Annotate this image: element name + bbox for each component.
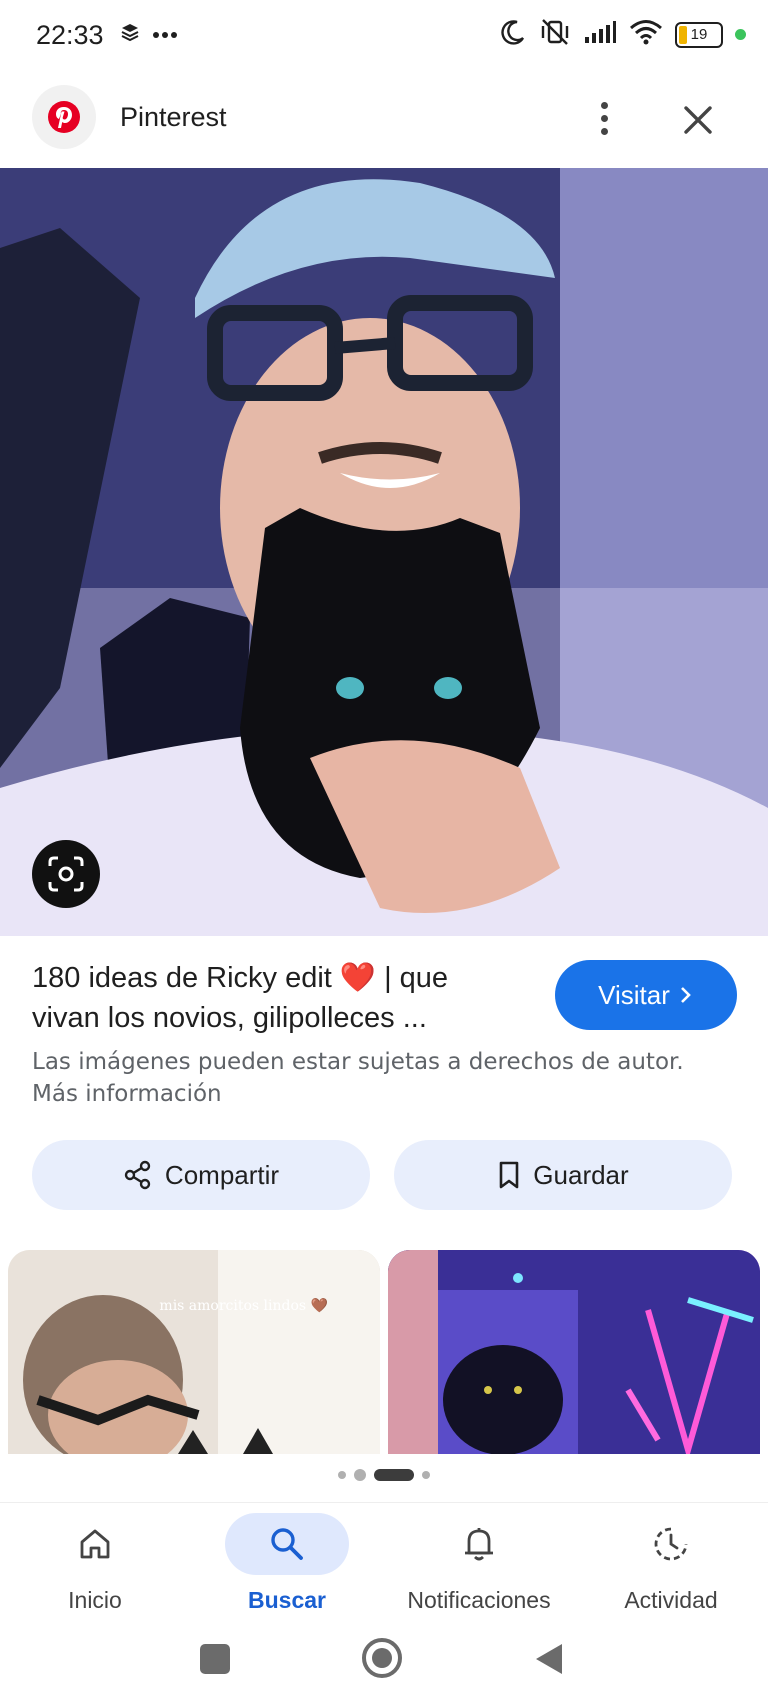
save-label: Guardar — [533, 1159, 629, 1190]
result-photo — [0, 168, 768, 936]
search-icon — [271, 1528, 303, 1560]
nav-search-label: Buscar — [248, 1587, 326, 1613]
share-icon — [124, 1160, 151, 1190]
visit-label: Visitar — [598, 979, 670, 1010]
related-photo-1 — [8, 1250, 380, 1454]
share-label: Compartir — [164, 1159, 280, 1190]
battery-icon: 19 — [675, 21, 723, 48]
back-button[interactable] — [534, 1642, 564, 1681]
more-options-button[interactable] — [586, 94, 622, 142]
visit-button[interactable]: Visitar — [555, 960, 737, 1030]
result-image[interactable] — [0, 168, 768, 936]
nav-home-label: Inicio — [68, 1587, 122, 1613]
related-photo-2 — [388, 1250, 760, 1454]
close-button[interactable] — [676, 94, 720, 142]
app-title: Pinterest — [120, 102, 227, 132]
nav-notifications[interactable]: Notificaciones — [384, 1513, 574, 1614]
layers-icon — [120, 22, 140, 47]
vibrate-off-icon — [539, 18, 571, 51]
recents-button[interactable] — [200, 1644, 230, 1674]
home-system-button[interactable] — [362, 1638, 402, 1678]
bookmark-icon — [499, 1161, 519, 1189]
chevron-right-icon — [680, 987, 691, 1003]
related-image-2[interactable] — [388, 1250, 760, 1454]
system-navigation-bar — [0, 1624, 768, 1706]
more-notifications-icon — [152, 26, 178, 44]
app-bar: Pinterest — [0, 82, 768, 168]
save-button[interactable]: Guardar — [394, 1140, 732, 1210]
privacy-indicator-dot — [735, 29, 746, 40]
thumb1-caption: mis amorcitos lindos 🤎 — [159, 1298, 328, 1314]
back-icon — [536, 1644, 562, 1674]
close-icon — [684, 106, 712, 134]
activity-icon — [654, 1527, 688, 1561]
share-button[interactable]: Compartir — [32, 1140, 370, 1210]
related-image-1[interactable]: mis amorcitos lindos 🤎 — [8, 1250, 380, 1454]
lens-button[interactable] — [32, 840, 100, 908]
nav-activity[interactable]: Actividad — [576, 1513, 766, 1614]
battery-level: 19 — [690, 25, 708, 43]
lens-icon — [48, 856, 84, 892]
nav-notifications-label: Notificaciones — [407, 1587, 551, 1613]
wifi-icon — [629, 19, 663, 50]
signal-icon — [583, 19, 617, 50]
carousel-pager — [0, 1469, 768, 1481]
moon-icon — [499, 18, 527, 51]
nav-activity-label: Actividad — [624, 1587, 718, 1613]
bottom-navigation: Inicio Buscar Notificaciones Actividad — [0, 1502, 768, 1623]
home-icon — [80, 1529, 110, 1559]
status-bar: 22:33 19 — [0, 0, 768, 74]
bell-icon — [465, 1528, 493, 1561]
more-vert-icon — [600, 101, 608, 109]
nav-home[interactable]: Inicio — [0, 1513, 190, 1614]
pinterest-logo — [32, 85, 96, 149]
status-time: 22:33 — [36, 20, 104, 50]
copyright-disclaimer[interactable]: Las imágenes pueden estar sujetas a dere… — [32, 1046, 712, 1110]
nav-search[interactable]: Buscar — [192, 1513, 382, 1614]
result-title[interactable]: 180 ideas de Ricky edit ❤️ | que vivan l… — [32, 958, 512, 1038]
